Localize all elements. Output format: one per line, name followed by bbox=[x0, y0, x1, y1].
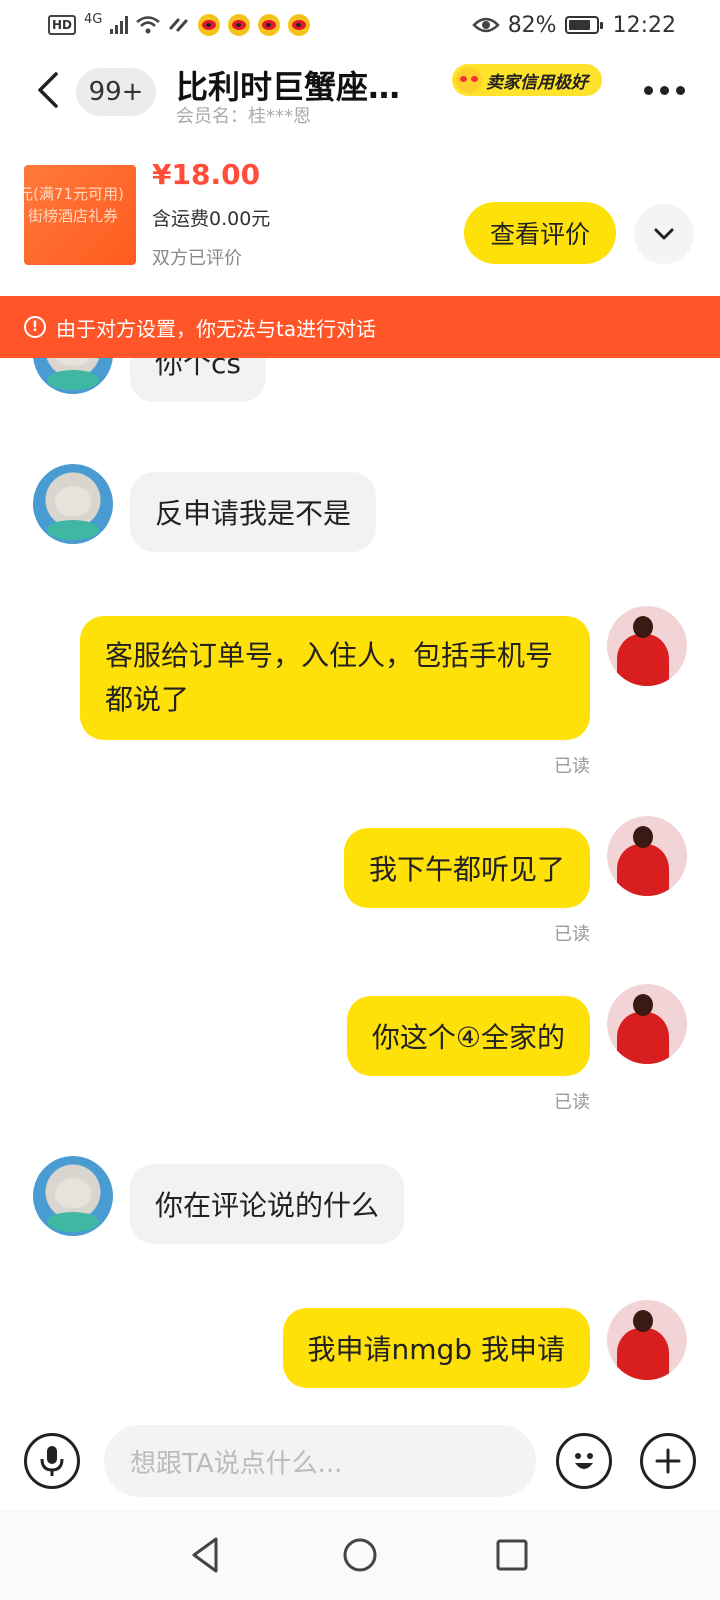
view-reviews-button[interactable]: 查看评价 bbox=[464, 202, 616, 264]
alert-icon: ! bbox=[24, 316, 46, 338]
data-sync-icon bbox=[169, 18, 188, 32]
my-avatar[interactable] bbox=[607, 984, 687, 1064]
product-price: ¥18.00 bbox=[152, 158, 261, 191]
product-thumbnail[interactable]: 元(满71元可用) 街榜酒店礼券 bbox=[24, 165, 136, 265]
message-bubble-outgoing[interactable]: 你这个④全家的 bbox=[346, 996, 590, 1076]
expand-button[interactable] bbox=[634, 204, 694, 264]
message-bubble-outgoing[interactable]: 我下午都听见了 bbox=[343, 828, 590, 908]
chat-disabled-banner: ! 由于对方设置，你无法与ta进行对话 bbox=[0, 296, 720, 358]
battery-percent: 82% bbox=[507, 12, 557, 38]
my-avatar[interactable] bbox=[607, 606, 687, 686]
message-bubble-incoming[interactable]: 反申请我是不是 bbox=[130, 472, 377, 552]
eye-icon bbox=[471, 17, 500, 33]
credit-badge-label: 卖家信用极好 bbox=[486, 72, 588, 93]
nav-recents-icon[interactable] bbox=[492, 1535, 532, 1575]
plus-icon bbox=[655, 1448, 681, 1474]
nav-home-icon[interactable] bbox=[340, 1535, 380, 1575]
my-avatar[interactable] bbox=[607, 816, 687, 896]
back-arrow-icon[interactable] bbox=[30, 68, 70, 112]
read-receipt: 已读 bbox=[554, 756, 590, 777]
input-bar: 想跟TA说点什么... bbox=[0, 1414, 720, 1510]
system-nav-bar bbox=[0, 1510, 720, 1600]
smiley-face-icon bbox=[575, 1453, 593, 1469]
wifi-icon bbox=[136, 16, 161, 34]
smiley-icon bbox=[456, 67, 482, 93]
nav-back-icon[interactable] bbox=[186, 1535, 226, 1575]
message-bubble-incoming[interactable]: 你在评论说的什么 bbox=[130, 1164, 405, 1244]
status-bar: HD 4G 82% 12:22 bbox=[0, 0, 720, 50]
message-bubble-outgoing[interactable]: 我申请nmgb 我申请 bbox=[282, 1308, 590, 1388]
member-name: 会员名：桂***恩 bbox=[176, 106, 311, 127]
unread-count-badge[interactable]: 99+ bbox=[76, 68, 156, 116]
clock: 12:22 bbox=[612, 12, 676, 38]
my-avatar[interactable] bbox=[607, 1300, 687, 1380]
contact-avatar[interactable] bbox=[33, 1156, 113, 1236]
shipping-info: 含运费0.00元 bbox=[152, 208, 271, 230]
dot-icon bbox=[644, 85, 653, 95]
microphone-icon bbox=[40, 1446, 64, 1476]
dot-icon bbox=[676, 85, 685, 95]
dot-icon bbox=[660, 85, 669, 95]
add-attachment-button[interactable] bbox=[640, 1433, 696, 1489]
read-receipt: 已读 bbox=[554, 1092, 590, 1113]
contact-avatar[interactable] bbox=[33, 464, 113, 544]
thumb-text-line: 街榜酒店礼券 bbox=[28, 207, 119, 225]
signal-icon bbox=[110, 16, 129, 34]
message-list[interactable]: 你个cs 反申请我是不是 客服给订单号，入住人，包括手机号都说了 已读 我下午都… bbox=[0, 296, 720, 1414]
read-receipt: 已读 bbox=[554, 924, 590, 945]
seller-credit-badge[interactable]: 卖家信用极好 bbox=[452, 64, 602, 96]
more-options-button[interactable] bbox=[644, 78, 690, 102]
battery-icon bbox=[564, 16, 603, 34]
review-status: 双方已评价 bbox=[152, 248, 242, 269]
hd-badge: HD bbox=[48, 15, 77, 35]
thumb-text-line: 元(满71元可用) bbox=[24, 185, 124, 203]
voice-button[interactable] bbox=[24, 1433, 80, 1489]
network-type: 4G bbox=[84, 11, 103, 27]
weibo-notification-icon bbox=[198, 14, 221, 36]
banner-text: 由于对方设置，你无法与ta进行对话 bbox=[56, 316, 377, 341]
chevron-down-icon bbox=[654, 228, 674, 240]
message-input[interactable]: 想跟TA说点什么... bbox=[104, 1425, 536, 1497]
weibo-notification-icon bbox=[228, 14, 251, 36]
chat-header: 99+ 比利时巨蟹座… 会员名：桂***恩 卖家信用极好 bbox=[0, 50, 720, 130]
emoji-button[interactable] bbox=[556, 1433, 612, 1489]
message-bubble-outgoing[interactable]: 客服给订单号，入住人，包括手机号都说了 bbox=[80, 616, 590, 740]
weibo-notification-icon bbox=[258, 14, 281, 36]
product-card[interactable]: 元(满71元可用) 街榜酒店礼券 ¥18.00 含运费0.00元 双方已评价 查… bbox=[0, 150, 720, 296]
weibo-notification-icon bbox=[288, 14, 311, 36]
